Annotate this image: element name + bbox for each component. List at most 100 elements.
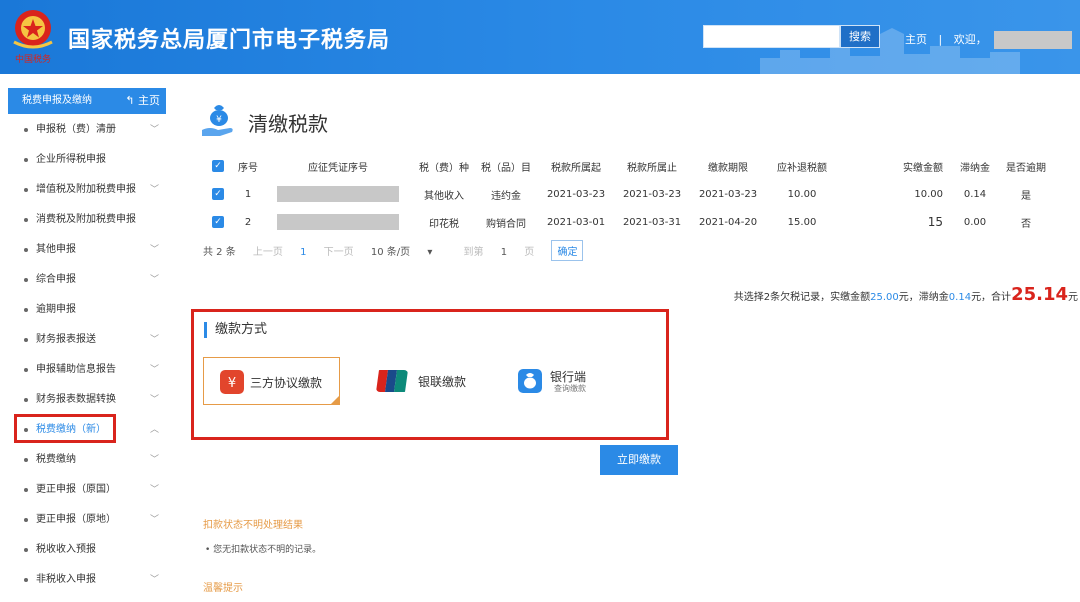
sidebar-header: 税费申报及缴纳 ↰ 主页 [8, 88, 166, 114]
sidebar-item[interactable]: 财务报表数据转换 ﹀ [0, 385, 170, 415]
bank-icon [518, 369, 542, 393]
chevron-down-icon[interactable]: ﹀ [150, 445, 159, 475]
highlight-box-sidebar [14, 414, 116, 443]
col-header: 税（品）目 [481, 162, 531, 174]
pager-goto-input[interactable]: 1 [501, 247, 507, 258]
nav-welcome-text: 欢迎， [953, 33, 987, 46]
money-bag-hand-icon: ¥ [202, 105, 233, 136]
sidebar-item[interactable]: 企业所得税申报 [0, 145, 170, 175]
sidebar-item[interactable]: 更正申报（原地） ﹀ [0, 505, 170, 535]
chevron-down-icon[interactable]: ﹀ [150, 505, 159, 535]
cell-end: 2021-03-31 [622, 216, 682, 228]
tax-emblem-logo: 中国税务 [13, 10, 53, 65]
bullet-dot-icon [24, 308, 28, 312]
sidebar-item[interactable]: 增值税及附加税费申报 ﹀ [0, 175, 170, 205]
sidebar-item-label: 其他申报 [36, 244, 76, 255]
cell-deadline: 2021-03-23 [698, 188, 758, 200]
sidebar-item-label: 税费缴纳 [36, 454, 76, 465]
chevron-down-icon[interactable]: ﹀ [150, 385, 159, 415]
sidebar-item[interactable]: 申报辅助信息报告 ﹀ [0, 355, 170, 385]
payment-option-sublabel: 查询缴款 [554, 384, 586, 393]
col-header: 税款所属起 [551, 162, 601, 174]
search-button[interactable]: 搜索 [840, 25, 880, 48]
bullet-dot-icon [24, 458, 28, 462]
chevron-up-icon[interactable]: ︿ [150, 415, 159, 445]
tax-table: ✓ 序号 应征凭证序号 税（费）种 税（品）目 税款所属起 税款所属止 缴款期限… [203, 152, 1049, 236]
sidebar-item[interactable]: 逾期申报 [0, 295, 170, 325]
sidebar-item[interactable]: 综合申报 ﹀ [0, 265, 170, 295]
sidebar-item[interactable]: 非税收入申报 ﹀ [0, 565, 170, 595]
voucher-number-redacted [277, 186, 399, 202]
pager-next[interactable]: 下一页 [324, 247, 354, 258]
bullet-dot-icon [24, 128, 28, 132]
cell-paid-input[interactable]: 10.00 [837, 180, 947, 208]
chevron-down-icon[interactable]: ﹀ [150, 265, 159, 295]
chevron-down-icon[interactable]: ﹀ [150, 115, 159, 145]
pager-size-select[interactable]: 10 条/页 ▾ [371, 247, 447, 258]
bullet-dot-icon [24, 518, 28, 522]
pager-goto-label: 到第 [463, 247, 484, 258]
select-all-checkbox[interactable]: ✓ [212, 160, 224, 172]
bullet-dot-icon [24, 278, 28, 282]
summary-penalty-amount: 0.14 [948, 292, 972, 303]
sidebar-item-label: 综合申报 [36, 274, 76, 285]
chevron-down-icon[interactable]: ﹀ [150, 235, 159, 265]
chevron-down-icon[interactable]: ﹀ [150, 565, 159, 595]
payment-method-title: 缴款方式 [204, 322, 267, 338]
table-header-row: ✓ 序号 应征凭证序号 税（费）种 税（品）目 税款所属起 税款所属止 缴款期限… [203, 152, 1049, 180]
row-checkbox[interactable]: ✓ [212, 216, 224, 228]
sidebar-item[interactable]: 消费税及附加税费申报 [0, 205, 170, 235]
search-input[interactable] [703, 25, 840, 48]
summary-mid2: 元，合计 [971, 292, 1012, 303]
cell-penalty: 0.00 [963, 216, 987, 228]
caret-down-icon: ▾ [427, 247, 433, 258]
sidebar-item-label: 更正申报（原地） [36, 514, 116, 525]
sidebar-home-label: 主页 [138, 94, 160, 107]
row-checkbox[interactable]: ✓ [212, 188, 224, 200]
svg-text:¥: ¥ [228, 376, 236, 391]
sidebar-item-label: 申报辅助信息报告 [36, 364, 116, 375]
chevron-down-icon[interactable]: ﹀ [150, 355, 159, 385]
summary-paid-amount: 25.00 [870, 292, 899, 303]
sidebar-menu: 申报税（费）清册 ﹀ 企业所得税申报 增值税及附加税费申报 ﹀ 消费税及附加税费申报 其他申… [0, 115, 170, 595]
sidebar-item[interactable]: 税收收入预报 [0, 535, 170, 565]
nav-home-link[interactable]: 主页 [905, 33, 927, 46]
cell-overdue: 否 [1021, 218, 1031, 230]
payment-option-label: 三方协议缴款 [250, 376, 323, 390]
sidebar-item-label: 逾期申报 [36, 304, 76, 315]
bullet-dot-icon [24, 488, 28, 492]
pager-size-label: 10 条/页 [370, 247, 411, 258]
cell-deadline: 2021-04-20 [698, 216, 758, 228]
sidebar-item[interactable]: 申报税（费）清册 ﹀ [0, 115, 170, 145]
username-redacted [994, 31, 1073, 49]
sidebar-title: 税费申报及缴纳 [22, 95, 92, 106]
chevron-down-icon[interactable]: ﹀ [150, 475, 159, 505]
pay-now-button[interactable]: 立即缴款 [600, 445, 678, 475]
sidebar-item[interactable]: 财务报表报送 ﹀ [0, 325, 170, 355]
payment-option-unionpay[interactable]: 银联缴款 [372, 357, 492, 405]
col-header: 应补退税额 [777, 162, 827, 174]
cell-start: 2021-03-23 [546, 188, 606, 200]
chevron-down-icon[interactable]: ﹀ [150, 325, 159, 355]
pager-current[interactable]: 1 [300, 247, 306, 258]
payment-option-bank[interactable]: 银行端 查询缴款 [514, 357, 634, 405]
cell-paid-input[interactable]: 15 [837, 208, 947, 236]
table-row: ✓ 2 印花税 购销合同 2021-03-01 2021-03-31 2021-… [203, 208, 1049, 236]
cell-end: 2021-03-23 [622, 188, 682, 200]
sidebar-home-link[interactable]: ↰ 主页 [125, 88, 160, 114]
col-header: 缴款期限 [708, 162, 748, 174]
cell-overdue: 是 [1021, 190, 1031, 202]
payment-option-tripartite[interactable]: ¥ 三方协议缴款 [203, 357, 340, 405]
chevron-down-icon[interactable]: ﹀ [150, 175, 159, 205]
pager-prev[interactable]: 上一页 [253, 247, 283, 258]
sidebar-item[interactable]: 税费缴纳 ﹀ [0, 445, 170, 475]
cell-due: 15.00 [787, 216, 817, 228]
svg-text:¥: ¥ [216, 115, 222, 125]
selected-corner-mark [330, 395, 340, 405]
page-title: 清缴税款 [248, 112, 328, 136]
sidebar-item[interactable]: 更正申报（原国） ﹀ [0, 475, 170, 505]
sidebar-item[interactable]: 其他申报 ﹀ [0, 235, 170, 265]
col-header: 是否逾期 [1006, 162, 1046, 174]
table-row: ✓ 1 其他收入 违约金 2021-03-23 2021-03-23 2021-… [203, 180, 1049, 208]
pager-confirm-button[interactable]: 确定 [551, 240, 584, 261]
